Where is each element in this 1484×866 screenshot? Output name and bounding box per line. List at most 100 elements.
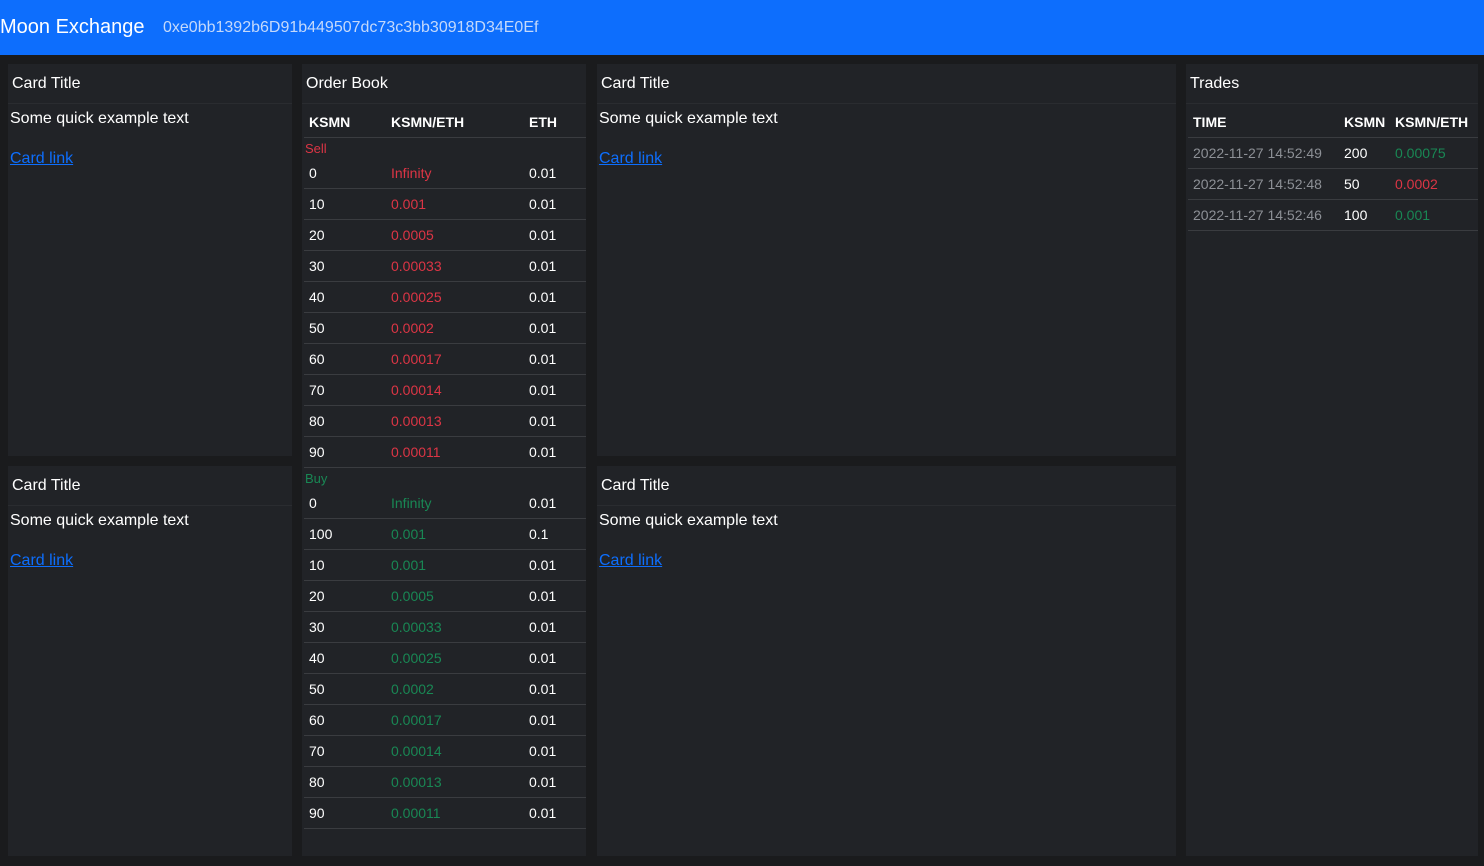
card-top-left: Card Title Some quick example text Card … <box>8 64 292 456</box>
card-link[interactable]: Card link <box>10 551 73 571</box>
card-title: Card Title <box>601 75 670 92</box>
order-ksmn-cell: 100 <box>304 518 386 550</box>
order-book-row[interactable]: 0 Infinity 0.01 <box>304 488 586 519</box>
order-price-cell: 0.00013 <box>386 766 524 798</box>
trade-row[interactable]: 2022-11-27 14:52:46 100 0.001 <box>1188 199 1478 231</box>
order-ksmn-cell: 20 <box>304 580 386 612</box>
card-title: Card Title <box>601 477 670 494</box>
order-book-row[interactable]: 100 0.001 0.1 <box>304 518 586 550</box>
trades-table: TIME KSMN KSMN/ETH 2022-11-27 14:52:49 20… <box>1188 107 1478 231</box>
order-book-row[interactable]: 40 0.00025 0.01 <box>304 642 586 674</box>
order-eth-cell: 0.01 <box>524 374 586 406</box>
order-ksmn-cell: 10 <box>304 549 386 581</box>
brand-title[interactable]: Moon Exchange <box>0 15 145 39</box>
card-divider <box>8 103 292 104</box>
order-eth-cell: 0.01 <box>524 580 586 612</box>
trade-price-cell: 0.0002 <box>1390 168 1478 200</box>
order-eth-cell: 0.01 <box>524 735 586 767</box>
order-price-cell: 0.00025 <box>386 642 524 674</box>
order-book-row[interactable]: 50 0.0002 0.01 <box>304 673 586 705</box>
order-book-row[interactable]: 40 0.00025 0.01 <box>304 281 586 313</box>
order-price-cell: 0.0005 <box>386 580 524 612</box>
card-title: Card Title <box>12 477 81 494</box>
account-address: 0xe0bb1392b6D91b449507dc73c3bb30918D34E0… <box>163 19 539 36</box>
trade-price-cell: 0.00075 <box>1390 137 1478 169</box>
trade-price-cell: 0.001 <box>1390 199 1478 231</box>
order-ksmn-cell: 50 <box>304 312 386 344</box>
order-eth-cell: 0.01 <box>524 343 586 375</box>
card-top-center: Card Title Some quick example text Card … <box>597 64 1176 456</box>
card-divider <box>1186 103 1478 104</box>
order-ksmn-cell: 0 <box>304 158 386 189</box>
order-book-row[interactable]: 50 0.0002 0.01 <box>304 312 586 344</box>
order-price-cell: 0.00011 <box>386 797 524 829</box>
order-ksmn-cell: 50 <box>304 673 386 705</box>
card-link[interactable]: Card link <box>599 551 662 571</box>
order-price-cell: 0.00013 <box>386 405 524 437</box>
order-price-cell: 0.00011 <box>386 436 524 468</box>
order-price-cell: 0.00033 <box>386 250 524 282</box>
column-header-time: TIME <box>1188 107 1339 138</box>
order-eth-cell: 0.01 <box>524 766 586 798</box>
order-ksmn-cell: 80 <box>304 405 386 437</box>
order-eth-cell: 0.1 <box>524 518 586 550</box>
order-ksmn-cell: 90 <box>304 436 386 468</box>
card-bottom-left: Card Title Some quick example text Card … <box>8 466 292 856</box>
trade-row[interactable]: 2022-11-27 14:52:48 50 0.0002 <box>1188 168 1478 200</box>
order-price-cell: 0.00033 <box>386 611 524 643</box>
card-divider <box>597 103 1176 104</box>
column-header-price: KSMN/ETH <box>1390 107 1478 138</box>
order-book-row[interactable]: 10 0.001 0.01 <box>304 188 586 220</box>
order-eth-cell: 0.01 <box>524 436 586 468</box>
order-ksmn-cell: 90 <box>304 797 386 829</box>
order-ksmn-cell: 70 <box>304 374 386 406</box>
order-price-cell: 0.001 <box>386 518 524 550</box>
order-book-row[interactable]: 30 0.00033 0.01 <box>304 611 586 643</box>
order-book-row[interactable]: 20 0.0005 0.01 <box>304 219 586 251</box>
order-eth-cell: 0.01 <box>524 704 586 736</box>
order-price-cell: Infinity <box>386 158 524 189</box>
order-book-row[interactable]: 20 0.0005 0.01 <box>304 580 586 612</box>
order-book-row[interactable]: 80 0.00013 0.01 <box>304 405 586 437</box>
order-book-row[interactable]: 70 0.00014 0.01 <box>304 735 586 767</box>
trade-row[interactable]: 2022-11-27 14:52:49 200 0.00075 <box>1188 137 1478 169</box>
trade-ksmn-cell: 100 <box>1339 199 1390 231</box>
order-ksmn-cell: 30 <box>304 250 386 282</box>
order-book-row[interactable]: 80 0.00013 0.01 <box>304 766 586 798</box>
order-book-section-label: Sell <box>305 140 327 156</box>
order-book-row[interactable]: 60 0.00017 0.01 <box>304 343 586 375</box>
order-book-table: KSMN KSMN/ETH ETH Sell 0 Infinity 0.01 10 0.0… <box>304 107 586 829</box>
card-text: Some quick example text <box>10 110 189 127</box>
order-book-row[interactable]: 60 0.00017 0.01 <box>304 704 586 736</box>
order-book-row[interactable]: 0 Infinity 0.01 <box>304 158 586 189</box>
order-eth-cell: 0.01 <box>524 188 586 220</box>
order-book-panel: Order Book KSMN KSMN/ETH ETH Sell 0 Infini… <box>302 64 586 856</box>
order-book-row[interactable]: 90 0.00011 0.01 <box>304 797 586 829</box>
card-text: Some quick example text <box>599 110 778 127</box>
card-divider <box>8 505 292 506</box>
order-ksmn-cell: 20 <box>304 219 386 251</box>
order-price-cell: 0.001 <box>386 549 524 581</box>
card-divider <box>597 505 1176 506</box>
order-book-row[interactable]: 90 0.00011 0.01 <box>304 436 586 468</box>
card-link[interactable]: Card link <box>599 149 662 169</box>
order-ksmn-cell: 60 <box>304 704 386 736</box>
column-header-ksmn: KSMN <box>1339 107 1390 138</box>
order-eth-cell: 0.01 <box>524 405 586 437</box>
order-eth-cell: 0.01 <box>524 673 586 705</box>
order-book-row[interactable]: 10 0.001 0.01 <box>304 549 586 581</box>
order-eth-cell: 0.01 <box>524 642 586 674</box>
column-header-price: KSMN/ETH <box>386 107 524 138</box>
card-link[interactable]: Card link <box>10 149 73 169</box>
card-divider <box>302 103 586 104</box>
order-ksmn-cell: 40 <box>304 281 386 313</box>
column-header-eth: ETH <box>524 107 586 138</box>
order-book-row[interactable]: 70 0.00014 0.01 <box>304 374 586 406</box>
order-book-section-label: Buy <box>305 470 328 486</box>
card-title: Card Title <box>12 75 81 92</box>
column-header-ksmn: KSMN <box>304 107 386 138</box>
order-price-cell: 0.00025 <box>386 281 524 313</box>
trade-time-cell: 2022-11-27 14:52:48 <box>1188 168 1339 200</box>
order-book-row[interactable]: 30 0.00033 0.01 <box>304 250 586 282</box>
navbar: Moon Exchange 0xe0bb1392b6D91b449507dc73… <box>0 0 1484 55</box>
